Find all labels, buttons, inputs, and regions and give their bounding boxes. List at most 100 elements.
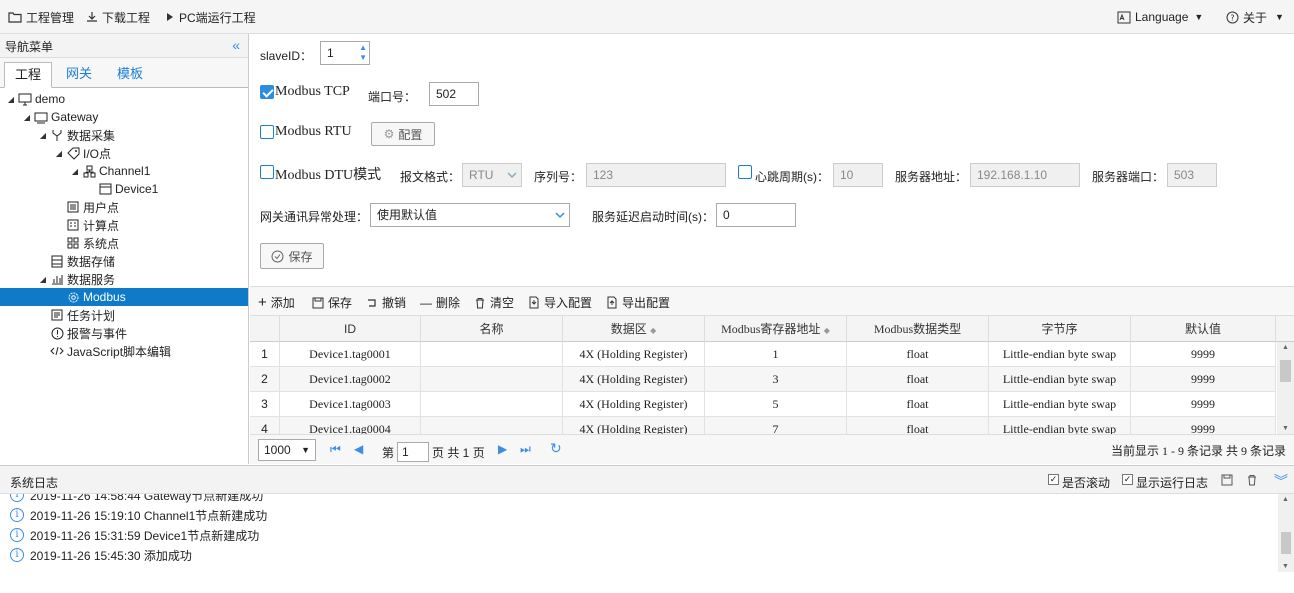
scroll-up-icon[interactable]: ▲ [1282,496,1289,503]
table-cell[interactable]: Device1.tag0003 [280,392,421,417]
table-cell[interactable]: Little-endian byte swap [989,367,1131,392]
table-cell[interactable]: 4X (Holding Register) [563,417,705,434]
tree-expand-icon[interactable]: ◢ [38,275,48,284]
table-cell[interactable]: float [847,367,989,392]
table-cell[interactable]: Device1.tag0004 [280,417,421,434]
scroll-thumb[interactable] [1280,360,1291,382]
tree-node[interactable]: 计算点 [0,216,248,234]
scroll-thumb[interactable] [1281,532,1291,554]
column-header-default[interactable]: 默认值 [1131,316,1276,342]
tree-node[interactable]: ◢ I/O点 [0,144,248,162]
project-mgmt-button[interactable]: 工程管理 [8,9,74,25]
tab-template[interactable]: 模板 [106,62,154,88]
log-scrollbar[interactable]: ▲ ▼ [1278,494,1294,572]
tree-node[interactable]: Modbus [0,288,248,306]
port-input[interactable]: 502 [429,82,479,106]
page-input[interactable]: 1 [397,442,430,462]
server-address-input[interactable]: 192.168.1.10 [970,163,1080,187]
about-menu[interactable]: ? 关于 ▼ [1226,9,1284,25]
column-header-area[interactable]: 数据区 ◆ [563,316,705,342]
tree-expand-icon[interactable]: ◢ [70,167,80,176]
tree-node[interactable]: JavaScript脚本编辑 [0,342,248,360]
show-run-log-checkbox[interactable]: ✓ [1122,474,1133,485]
table-cell[interactable]: float [847,417,989,434]
grid-save-button[interactable]: 保存 [312,294,352,311]
table-row[interactable]: 2 Device1.tag0002 4X (Holding Register) 3 fl… [250,367,1276,392]
run-pc-button[interactable]: PC端运行工程 [165,9,256,25]
table-cell[interactable]: 4X (Holding Register) [563,342,705,367]
tree-node[interactable]: Device1 [0,180,248,198]
tree-node[interactable]: 系统点 [0,234,248,252]
tree-expand-icon[interactable]: ◢ [6,95,16,104]
column-header-id[interactable]: ID [280,316,421,342]
next-page-icon[interactable]: ▶ [498,442,507,456]
undo-button[interactable]: 撤销 [366,294,406,311]
modbus-rtu-checkbox[interactable] [260,125,274,139]
serial-input[interactable]: 123 [586,163,726,187]
last-page-icon[interactable]: ⏭ [520,442,531,457]
tree-expand-icon[interactable]: ◢ [22,113,32,122]
spinner-icon[interactable]: ▲ ▼ [359,43,367,63]
table-cell[interactable] [421,342,563,367]
scroll-down-icon[interactable]: ▼ [1282,425,1289,432]
table-row[interactable]: 3 Device1.tag0003 4X (Holding Register) 5 fl… [250,392,1276,417]
export-config-button[interactable]: 导出配置 [606,294,670,311]
table-cell[interactable]: Little-endian byte swap [989,342,1131,367]
modbus-dtu-checkbox[interactable] [260,165,274,179]
table-cell[interactable]: 9999 [1131,342,1276,367]
table-cell[interactable]: 9999 [1131,367,1276,392]
table-cell[interactable]: 1 [705,342,847,367]
tree-node[interactable]: ◢ Channel1 [0,162,248,180]
table-cell[interactable]: 7 [705,417,847,434]
tree-node[interactable]: 用户点 [0,198,248,216]
table-cell[interactable]: float [847,392,989,417]
table-cell[interactable]: 9999 [1131,392,1276,417]
table-cell[interactable]: Device1.tag0001 [280,342,421,367]
save-log-icon[interactable] [1221,474,1233,486]
collapse-down-icon[interactable]: ︾ [1274,471,1288,491]
import-config-button[interactable]: 导入配置 [528,294,592,311]
table-cell[interactable]: 3 [705,367,847,392]
tree-node[interactable]: ◢ Gateway [0,108,248,126]
prev-page-icon[interactable]: ◀ [354,442,363,456]
heartbeat-checkbox[interactable] [738,165,752,179]
refresh-icon[interactable]: ↻ [550,440,562,457]
add-button[interactable]: + 添加 [258,294,295,311]
save-button[interactable]: 保存 [260,243,324,269]
table-cell[interactable]: 4X (Holding Register) [563,392,705,417]
table-cell[interactable] [421,367,563,392]
tree-expand-icon[interactable]: ◢ [38,131,48,140]
table-cell[interactable]: 9999 [1131,417,1276,434]
delete-button[interactable]: — 删除 [420,294,460,311]
grid-scrollbar[interactable]: ▲ ▼ [1277,342,1294,434]
page-size-select[interactable]: 1000 ▼ [258,439,316,461]
gateway-error-select[interactable]: 使用默认值 [370,203,570,227]
table-row[interactable]: 1 Device1.tag0001 4X (Holding Register) 1 fl… [250,342,1276,367]
tree-node[interactable]: ◢ 数据采集 [0,126,248,144]
column-header-name[interactable]: 名称 [421,316,563,342]
table-cell[interactable]: 4X (Holding Register) [563,367,705,392]
slave-id-input[interactable]: 1 ▲ ▼ [320,41,370,65]
column-header-address[interactable]: Modbus寄存器地址 ◆ [705,316,847,342]
tree-expand-icon[interactable]: ◢ [54,149,64,158]
tree-node[interactable]: 报警与事件 [0,324,248,342]
clear-log-icon[interactable] [1246,474,1258,486]
table-cell[interactable]: Little-endian byte swap [989,417,1131,434]
table-cell[interactable] [421,417,563,434]
msg-format-select[interactable]: RTU [462,163,522,187]
config-button[interactable]: ⚙ 配置 [371,122,435,146]
tab-project[interactable]: 工程 [4,62,52,88]
tree-node[interactable]: 数据存储 [0,252,248,270]
table-cell[interactable]: Device1.tag0002 [280,367,421,392]
table-cell[interactable]: float [847,342,989,367]
auto-scroll-checkbox[interactable]: ✓ [1048,474,1059,485]
column-header-byte-order[interactable]: 字节序 [989,316,1131,342]
table-cell[interactable]: Little-endian byte swap [989,392,1131,417]
scroll-up-icon[interactable]: ▲ [1282,344,1289,351]
collapse-icon[interactable]: « [232,37,240,53]
table-row[interactable]: 4 Device1.tag0004 4X (Holding Register) 7 fl… [250,417,1276,434]
server-port-input[interactable]: 503 [1167,163,1217,187]
tree-node[interactable]: ◢ demo [0,90,248,108]
tab-gateway[interactable]: 网关 [55,62,103,88]
heartbeat-input[interactable]: 10 [833,163,883,187]
